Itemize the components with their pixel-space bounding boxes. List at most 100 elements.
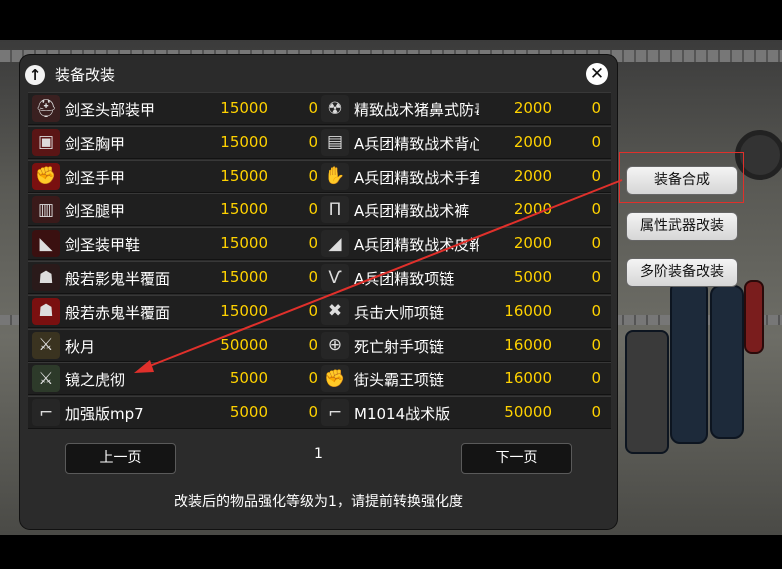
item-price: 5000 xyxy=(229,403,268,422)
item-name: 剑圣腿甲 xyxy=(65,202,126,221)
item-count: 0 xyxy=(308,268,318,286)
item-price: 2000 xyxy=(513,234,552,253)
item-price: 2000 xyxy=(513,166,552,185)
gas-mask-icon: ☢ xyxy=(321,95,349,122)
item-name: 剑圣装甲鞋 xyxy=(65,236,141,255)
item-count: 0 xyxy=(591,403,601,422)
item-price: 50000 xyxy=(220,335,268,354)
item-count: 0 xyxy=(591,200,601,219)
footer-note: 改装后的物品强化等级为1，请提前转换强化度 xyxy=(174,494,463,510)
item-row[interactable]: ⊕ 死亡射手项链 16000 0 xyxy=(317,328,611,362)
highlight-box xyxy=(619,152,744,203)
item-name: 剑圣胸甲 xyxy=(65,134,126,153)
item-row[interactable]: ⚔ 镜之虎彻 5000 0 xyxy=(28,362,321,396)
item-name: 剑圣头部装甲 xyxy=(65,101,156,119)
red-mask-icon: ☗ xyxy=(32,297,60,325)
leg-armor-icon: ▥ xyxy=(32,196,60,224)
item-count: 0 xyxy=(308,99,318,117)
pants-icon: Π xyxy=(321,196,349,224)
item-row[interactable]: ⌐ M1014战术版 50000 0 xyxy=(317,396,611,430)
item-price: 15000 xyxy=(220,268,268,286)
item-row[interactable]: Π A兵团精致战术裤 2000 0 xyxy=(317,193,611,227)
fire-extinguisher xyxy=(744,280,764,354)
machine-part xyxy=(625,330,669,454)
item-row[interactable]: ⚔ 秋月 50000 0 xyxy=(28,328,321,362)
equipment-mod-panel: ↑ 装备改装 ✕ ⛑ 剑圣头部装甲 15000 0 ▣ 剑圣胸甲 15000 0 ✊ 剑圣手甲 15… xyxy=(20,55,617,529)
item-count: 0 xyxy=(308,335,318,354)
item-price: 15000 xyxy=(220,200,268,219)
item-row[interactable]: ▤ A兵团精致战术背心 2000 0 xyxy=(317,125,611,159)
smg-icon: ⌐ xyxy=(32,399,60,427)
item-name: 兵击大师项链 xyxy=(354,303,445,322)
item-name: M1014战术版 xyxy=(354,405,451,424)
item-name: A兵团精致战术背心 xyxy=(354,134,479,153)
gas-cylinder xyxy=(710,285,744,439)
item-count: 0 xyxy=(591,301,601,320)
item-name: A兵团精致战术手套 xyxy=(354,168,479,187)
next-page-button[interactable]: 下一页 xyxy=(461,443,572,474)
vest-icon: ▤ xyxy=(321,128,349,156)
item-row[interactable]: ⌐ 加强版mp7 5000 0 xyxy=(28,396,321,430)
item-count: 0 xyxy=(591,268,601,286)
item-price: 15000 xyxy=(220,132,268,151)
item-price: 50000 xyxy=(504,403,552,422)
item-price: 15000 xyxy=(220,234,268,253)
necklace-icon: Ѵ xyxy=(321,264,349,291)
sword-icon: ⚔ xyxy=(32,331,60,359)
close-icon[interactable]: ✕ xyxy=(586,63,608,85)
crosshair-icon: ⊕ xyxy=(321,331,349,359)
item-name: 街头霸王项链 xyxy=(354,371,445,390)
item-count: 0 xyxy=(591,166,601,185)
helmet-icon: ⛑ xyxy=(32,95,60,122)
item-count: 0 xyxy=(591,234,601,253)
item-name: 般若影鬼半覆面 xyxy=(65,270,171,288)
item-count: 0 xyxy=(591,99,601,117)
item-name: 剑圣手甲 xyxy=(65,168,126,187)
item-row[interactable]: Ѵ A兵团精致项链 5000 0 xyxy=(317,261,611,294)
item-count: 0 xyxy=(308,403,318,422)
item-row[interactable]: ✊ 街头霸王项链 16000 0 xyxy=(317,362,611,396)
item-count: 0 xyxy=(308,132,318,151)
item-row[interactable]: ▣ 剑圣胸甲 15000 0 xyxy=(28,125,321,159)
item-count: 0 xyxy=(591,132,601,151)
katana-icon: ⚔ xyxy=(32,365,60,393)
item-name: 加强版mp7 xyxy=(65,405,144,424)
item-count: 0 xyxy=(308,234,318,253)
item-count: 0 xyxy=(308,200,318,219)
tactical-boots-icon: ◢ xyxy=(321,230,349,258)
item-row[interactable]: ☢ 精致战术猪鼻式防毒 2000 0 xyxy=(317,92,611,125)
item-row[interactable]: ◣ 剑圣装甲鞋 15000 0 xyxy=(28,227,321,261)
item-row[interactable]: ⛑ 剑圣头部装甲 15000 0 xyxy=(28,92,321,125)
weapon-mod-button[interactable]: 属性武器改装 xyxy=(626,212,738,241)
item-price: 15000 xyxy=(220,99,268,117)
item-name: 秋月 xyxy=(65,337,96,356)
item-row[interactable]: ✖ 兵击大师项链 16000 0 xyxy=(317,294,611,328)
item-count: 0 xyxy=(591,369,601,388)
page-number: 1 xyxy=(314,446,323,462)
item-name: 般若赤鬼半覆面 xyxy=(65,303,171,322)
multi-tier-mod-button[interactable]: 多阶装备改装 xyxy=(626,258,738,287)
item-row[interactable]: ✋ A兵团精致战术手套 2000 0 xyxy=(317,159,611,193)
gas-cylinder xyxy=(670,280,708,444)
item-row[interactable]: ✊ 剑圣手甲 15000 0 xyxy=(28,159,321,193)
item-price: 2000 xyxy=(513,99,552,117)
item-row[interactable]: ▥ 剑圣腿甲 15000 0 xyxy=(28,193,321,227)
item-name: A兵团精致项链 xyxy=(354,270,455,288)
item-price: 15000 xyxy=(220,166,268,185)
item-row[interactable]: ◢ A兵团精致战术皮靴 2000 0 xyxy=(317,227,611,261)
item-price: 15000 xyxy=(220,301,268,320)
item-row[interactable]: ☗ 般若影鬼半覆面 15000 0 xyxy=(28,261,321,294)
item-count: 0 xyxy=(308,166,318,185)
item-row[interactable]: ☗ 般若赤鬼半覆面 15000 0 xyxy=(28,294,321,328)
item-price: 2000 xyxy=(513,200,552,219)
arrow-up-icon[interactable]: ↑ xyxy=(25,65,45,85)
item-price: 16000 xyxy=(504,335,552,354)
item-count: 0 xyxy=(591,335,601,354)
gauntlet-icon: ✊ xyxy=(32,162,60,190)
item-price: 2000 xyxy=(513,132,552,151)
item-price: 5000 xyxy=(229,369,268,388)
prev-page-button[interactable]: 上一页 xyxy=(65,443,176,474)
panel-title: 装备改装 xyxy=(55,66,116,84)
item-price: 16000 xyxy=(504,369,552,388)
item-count: 0 xyxy=(308,369,318,388)
